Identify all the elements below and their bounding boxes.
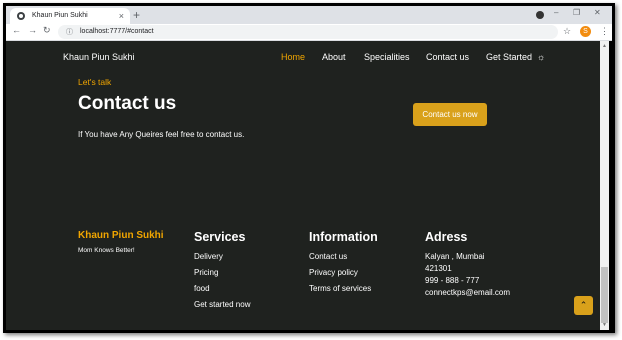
footer-tagline: Mom Knows Better! <box>78 247 135 254</box>
reload-icon[interactable]: ↻ <box>43 25 51 36</box>
bookmark-star-icon[interactable]: ☆ <box>563 26 571 37</box>
footer-address-heading: Adress <box>425 230 468 244</box>
info-icon[interactable]: ⓘ <box>66 27 73 37</box>
profile-avatar[interactable]: S <box>580 26 591 37</box>
browser-tabstrip: Khaun Piun Sukhi × + – ❐ ✕ <box>6 6 612 24</box>
scroll-down-arrow-icon[interactable]: ▼ <box>602 322 607 328</box>
new-tab-button[interactable]: + <box>133 8 140 22</box>
footer-link-contact[interactable]: Contact us <box>309 251 378 263</box>
footer-link-privacy[interactable]: Privacy policy <box>309 267 378 279</box>
nav-link-specialities[interactable]: Specialities <box>364 52 410 62</box>
footer-services: Services Delivery Pricing food Get start… <box>194 230 250 315</box>
scroll-up-arrow-icon[interactable]: ▲ <box>602 43 607 49</box>
footer-brand: Khaun Piun Sukhi <box>78 230 164 241</box>
minimize-button[interactable]: – <box>554 8 558 17</box>
footer-information: Information Contact us Privacy policy Te… <box>309 230 378 299</box>
browser-menu-icon[interactable]: ⋮ <box>600 26 609 37</box>
record-indicator-icon <box>536 11 544 19</box>
page-scrollbar[interactable]: ▲ ▼ <box>600 41 609 330</box>
nav-link-about[interactable]: About <box>322 52 346 62</box>
footer-link-food[interactable]: food <box>194 283 250 295</box>
address-pincode: 421301 <box>425 264 452 273</box>
browser-toolbar: ← → ↻ ⓘ localhost:7777/#contact ☆ S ⋮ <box>6 24 612 41</box>
theme-toggle-sun-icon[interactable]: ☼ <box>537 52 545 62</box>
url-text: localhost:7777/#contact <box>80 28 154 35</box>
footer-services-heading: Services <box>194 230 246 244</box>
footer-information-heading: Information <box>309 230 378 244</box>
tab-title: Khaun Piun Sukhi <box>32 12 88 19</box>
address-email[interactable]: connectkps@email.com <box>425 287 510 299</box>
restore-button[interactable]: ❐ <box>573 8 580 17</box>
web-page: Khaun Piun Sukhi Home About Specialities… <box>6 41 600 330</box>
contact-title: Contact us <box>78 93 177 114</box>
footer-link-pricing[interactable]: Pricing <box>194 267 250 279</box>
globe-icon <box>17 12 25 20</box>
scrollbar-thumb[interactable] <box>601 267 608 323</box>
contact-text: If You have Any Queires feel free to con… <box>78 130 245 139</box>
close-window-button[interactable]: ✕ <box>594 8 601 17</box>
nav-link-get-started[interactable]: Get Started <box>486 52 532 62</box>
tab-close-icon[interactable]: × <box>119 11 124 21</box>
nav-link-contact[interactable]: Contact us <box>426 52 469 62</box>
nav-link-home[interactable]: Home <box>281 52 305 62</box>
site-brand[interactable]: Khaun Piun Sukhi <box>63 52 135 62</box>
address-bar[interactable]: ⓘ localhost:7777/#contact <box>58 25 558 39</box>
back-arrow-icon[interactable]: ← <box>12 25 21 35</box>
browser-tab[interactable]: Khaun Piun Sukhi × <box>10 8 130 24</box>
forward-arrow-icon[interactable]: → <box>28 25 37 35</box>
footer-link-get-started[interactable]: Get started now <box>194 299 250 311</box>
chevron-up-icon: ⌃ <box>579 300 588 310</box>
contact-eyebrow: Let's talk <box>78 77 112 87</box>
footer-link-terms[interactable]: Terms of services <box>309 283 378 295</box>
contact-us-now-button[interactable]: Contact us now <box>413 103 487 126</box>
address-phone: 999 - 888 - 777 <box>425 276 480 285</box>
address-city: Kalyan , Mumbai <box>425 252 485 261</box>
back-to-top-button[interactable]: ⌃ <box>574 296 593 315</box>
footer-link-delivery[interactable]: Delivery <box>194 251 250 263</box>
footer-address: Adress Kalyan , Mumbai 421301 999 - 888 … <box>425 230 510 299</box>
